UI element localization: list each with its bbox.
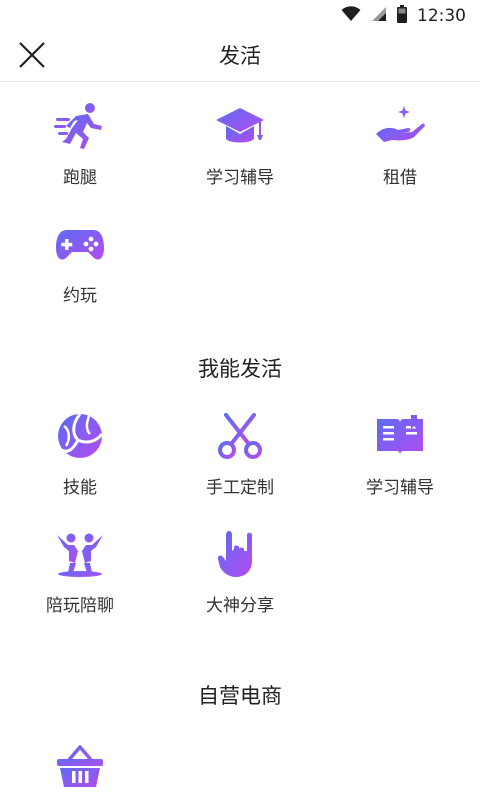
wifi-icon — [341, 6, 361, 26]
skill-item-label: 大神分享 — [206, 596, 274, 616]
section-title-skills: 我能发活 — [198, 357, 282, 381]
post-type-label: 租借 — [383, 168, 417, 188]
skill-item-tutoring[interactable]: 学习辅导 — [320, 408, 480, 498]
post-type-label: 约玩 — [63, 286, 97, 306]
skill-item-talent[interactable]: 技能 — [0, 408, 160, 498]
gamepad-icon — [52, 216, 108, 272]
book-icon — [372, 408, 428, 464]
post-type-label: 学习辅导 — [206, 168, 274, 188]
post-type-errand[interactable]: 跑腿 — [0, 98, 160, 188]
people-dancing-icon — [52, 526, 108, 582]
skill-item-label: 技能 — [63, 478, 97, 498]
status-icons: 12:30 — [341, 5, 466, 27]
signal-icon — [371, 6, 387, 26]
rock-hand-icon — [212, 526, 268, 582]
page-title: 发活 — [219, 44, 261, 68]
status-time: 12:30 — [417, 6, 466, 26]
skill-item-label: 学习辅导 — [366, 478, 434, 498]
title-bar: 发活 — [0, 32, 480, 82]
shop-item-basket[interactable] — [0, 738, 160, 794]
post-type-tutoring[interactable]: 学习辅导 — [160, 98, 320, 188]
skill-item-handmade[interactable]: 手工定制 — [160, 408, 320, 498]
section-title-shop: 自营电商 — [198, 684, 282, 708]
skill-item-label: 陪玩陪聊 — [46, 596, 114, 616]
close-button[interactable] — [8, 33, 56, 81]
hand-sparkle-icon — [372, 98, 428, 154]
status-bar: 12:30 — [0, 0, 480, 32]
battery-icon — [397, 5, 407, 27]
graduation-cap-icon — [212, 98, 268, 154]
close-icon — [18, 41, 46, 73]
runner-icon — [52, 98, 108, 154]
skill-item-share[interactable]: 大神分享 — [160, 526, 320, 616]
basket-icon — [52, 738, 108, 794]
skill-item-companion[interactable]: 陪玩陪聊 — [0, 526, 160, 616]
scissors-icon — [212, 408, 268, 464]
skill-item-label: 手工定制 — [206, 478, 274, 498]
post-type-label: 跑腿 — [63, 168, 97, 188]
post-type-play[interactable]: 约玩 — [0, 216, 160, 306]
post-type-rent[interactable]: 租借 — [320, 98, 480, 188]
volleyball-icon — [52, 408, 108, 464]
